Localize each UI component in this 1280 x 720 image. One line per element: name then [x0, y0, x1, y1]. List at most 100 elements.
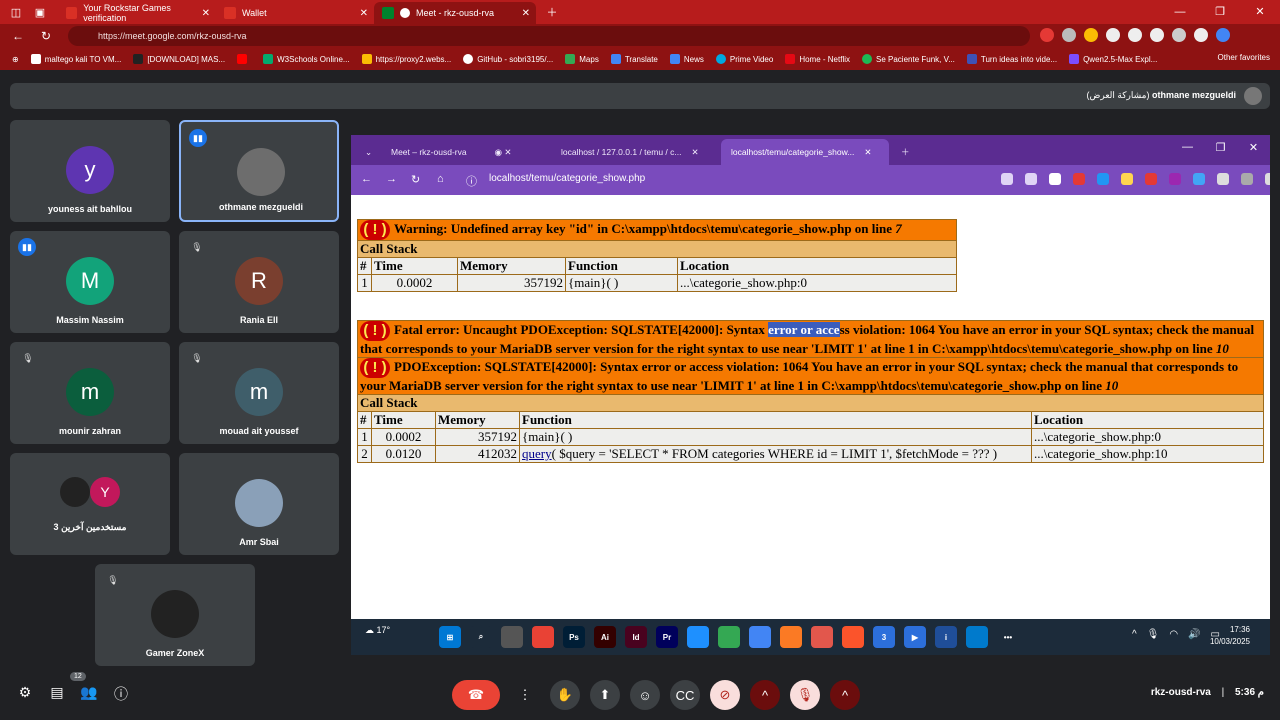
- extension-icon[interactable]: [1193, 173, 1205, 185]
- volume-icon[interactable]: 🔊: [1188, 629, 1200, 640]
- menu-icon[interactable]: [1194, 28, 1208, 42]
- star-icon[interactable]: [1025, 173, 1037, 185]
- remote-desktop-icon[interactable]: [749, 626, 771, 648]
- bookmark[interactable]: News: [669, 54, 704, 64]
- more-options-button[interactable]: ⋮: [510, 680, 540, 710]
- participant-tile-others[interactable]: Y 3 مستخدمين آخرين: [10, 453, 170, 555]
- site-info-icon[interactable]: ⓘ: [466, 173, 477, 189]
- apps-icon[interactable]: ⊕: [12, 55, 19, 64]
- chrome-icon[interactable]: [532, 626, 554, 648]
- reload-icon[interactable]: ↻: [36, 29, 56, 43]
- tab-rockstar[interactable]: Your Rockstar Games verification ✕: [58, 2, 216, 24]
- query-link[interactable]: query: [522, 446, 552, 461]
- extension-icon[interactable]: [1145, 173, 1157, 185]
- raise-hand-button[interactable]: ✋: [550, 680, 580, 710]
- search-icon[interactable]: ⌕: [470, 626, 492, 648]
- captions-button[interactable]: CC: [670, 680, 700, 710]
- premiere-icon[interactable]: Pr: [656, 626, 678, 648]
- extension-icon[interactable]: [1040, 28, 1054, 42]
- clock[interactable]: 17:36 10/03/2025: [1210, 624, 1250, 648]
- url-input[interactable]: localhost/temu/categorie_show.php: [489, 173, 645, 184]
- bookmark[interactable]: [237, 54, 251, 64]
- xampp-icon[interactable]: [780, 626, 802, 648]
- camera-off-button[interactable]: ⊘: [710, 680, 740, 710]
- chevron-up-icon[interactable]: ^: [1132, 629, 1137, 640]
- restore-icon[interactable]: ❐: [1204, 141, 1237, 154]
- tab-actions-icon[interactable]: ◫: [8, 4, 24, 20]
- bookmark[interactable]: Se Paciente Funk, V...: [862, 54, 955, 64]
- url-input[interactable]: https://meet.google.com/rkz-ousd-rva: [68, 26, 1030, 46]
- bookmark[interactable]: W3Schools Online...: [263, 54, 350, 64]
- profile-avatar[interactable]: [1172, 28, 1186, 42]
- back-icon[interactable]: ←: [361, 173, 372, 185]
- participant-tile[interactable]: y youness ait bahllou: [10, 120, 170, 222]
- weather-widget[interactable]: ☁ 17°: [365, 625, 390, 636]
- chat-icon[interactable]: ▤: [48, 684, 66, 704]
- vscode-icon[interactable]: [966, 626, 988, 648]
- mic-icon[interactable]: 🎙: [1147, 629, 1160, 640]
- copilot-icon[interactable]: [1216, 28, 1230, 42]
- extension-icon[interactable]: [1073, 173, 1085, 185]
- minimize-icon[interactable]: —: [1171, 141, 1204, 154]
- app-icon[interactable]: [811, 626, 833, 648]
- network-icon[interactable]: ◠: [1169, 629, 1178, 640]
- minimize-icon[interactable]: —: [1160, 0, 1200, 24]
- participant-tile[interactable]: 🎙 Gamer ZoneX: [95, 564, 255, 666]
- tab-search-icon[interactable]: ⌄: [355, 139, 379, 165]
- edge-icon[interactable]: [687, 626, 709, 648]
- more-icon[interactable]: •••: [997, 626, 1019, 648]
- brave-icon[interactable]: [842, 626, 864, 648]
- new-tab-icon[interactable]: ＋: [544, 4, 560, 20]
- vertical-tabs-icon[interactable]: ▣: [32, 4, 48, 20]
- close-icon[interactable]: ✕: [202, 8, 210, 19]
- forward-icon[interactable]: →: [386, 173, 397, 185]
- participant-tile[interactable]: ▮▮ M Massim Nassim: [10, 231, 170, 333]
- menu-icon[interactable]: [1265, 173, 1270, 185]
- puzzle-icon[interactable]: [1217, 173, 1229, 185]
- extension-icon[interactable]: [1084, 28, 1098, 42]
- bookmark[interactable]: Qwen2.5-Max Expl...: [1069, 54, 1157, 64]
- translate-icon[interactable]: [1001, 173, 1013, 185]
- profile-avatar[interactable]: [1241, 173, 1253, 185]
- extension-icon[interactable]: [1097, 173, 1109, 185]
- bookmark[interactable]: [DOWNLOAD] MAS...: [133, 54, 225, 64]
- bookmark[interactable]: GitHub - sobri3195/...: [463, 54, 553, 64]
- mic-options-icon[interactable]: ^: [830, 680, 860, 710]
- extension-icon[interactable]: [1062, 28, 1076, 42]
- app-icon[interactable]: ▶: [904, 626, 926, 648]
- illustrator-icon[interactable]: Ai: [594, 626, 616, 648]
- participant-tile[interactable]: 🎙 m mounir zahran: [10, 342, 170, 444]
- inner-tab-categorie[interactable]: localhost/temu/categorie_show... ✕: [721, 139, 889, 165]
- start-icon[interactable]: ⊞: [439, 626, 461, 648]
- home-icon[interactable]: ⌂: [437, 173, 444, 185]
- extension-icon[interactable]: [1106, 28, 1120, 42]
- close-icon[interactable]: ✕: [360, 8, 368, 19]
- chrome-active-icon[interactable]: [718, 626, 740, 648]
- new-tab-icon[interactable]: ＋: [891, 139, 915, 165]
- file-explorer-icon[interactable]: [501, 626, 523, 648]
- collections-icon[interactable]: [1150, 28, 1164, 42]
- people-icon[interactable]: 👥: [80, 684, 98, 704]
- inner-tab-meet[interactable]: Meet – rkz-ousd-rva ◉ ✕: [381, 139, 551, 165]
- activities-icon[interactable]: ⚙: [16, 684, 34, 704]
- participant-tile[interactable]: Amr Sbai: [179, 453, 339, 555]
- inner-tab-phpmyadmin[interactable]: localhost / 127.0.0.1 / temu / c... ✕: [551, 139, 721, 165]
- photoshop-icon[interactable]: Ps: [563, 626, 585, 648]
- tab-meet[interactable]: Meet - rkz-ousd-rva ✕: [374, 2, 536, 24]
- mic-off-button[interactable]: 🎙: [790, 680, 820, 710]
- restore-icon[interactable]: ❐: [1200, 0, 1240, 24]
- bookmark[interactable]: maltego kali TO VM...: [30, 54, 121, 64]
- indesign-icon[interactable]: Id: [625, 626, 647, 648]
- bookmark[interactable]: https://proxy2.webs...: [361, 54, 451, 64]
- camera-options-icon[interactable]: ^: [750, 680, 780, 710]
- extension-icon[interactable]: [1121, 173, 1133, 185]
- info-icon[interactable]: ⓘ: [112, 684, 130, 704]
- app-icon[interactable]: i: [935, 626, 957, 648]
- emoji-button[interactable]: ☺: [630, 680, 660, 710]
- extension-icon[interactable]: [1049, 173, 1061, 185]
- participant-tile[interactable]: ▮▮ othmane mezgueldi: [179, 120, 339, 222]
- close-window-icon[interactable]: ✕: [1240, 0, 1280, 24]
- participant-tile[interactable]: 🎙 R Rania Ell: [179, 231, 339, 333]
- back-icon[interactable]: ←: [8, 29, 28, 43]
- participant-tile[interactable]: 🎙 m mouad ait youssef: [179, 342, 339, 444]
